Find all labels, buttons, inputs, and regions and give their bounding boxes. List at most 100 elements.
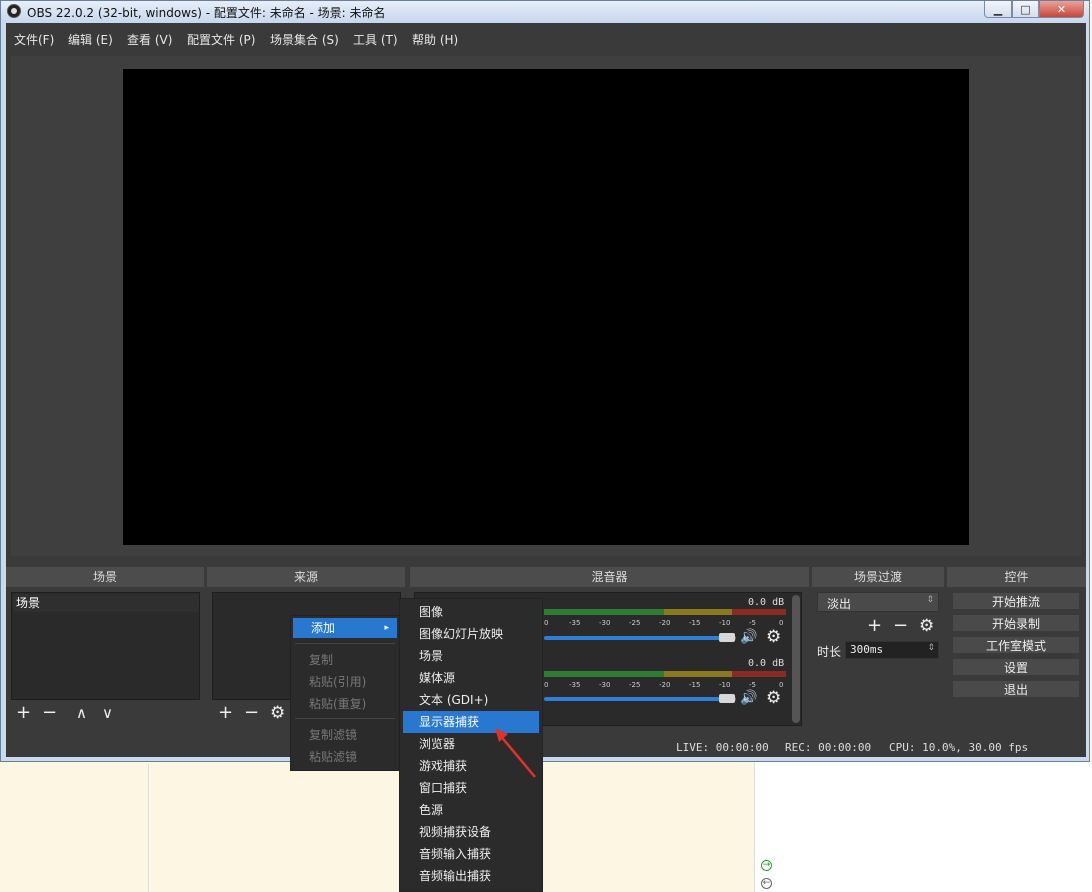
track-1-meter-yellow <box>664 609 732 615</box>
track-1-volume-handle[interactable] <box>719 633 735 642</box>
exit-button[interactable]: 退出 <box>952 680 1080 698</box>
menu-scene-collection[interactable]: 场景集合 (S) <box>270 31 339 48</box>
background-divider <box>148 764 149 892</box>
track-2-tick: -30 <box>599 681 611 689</box>
menu-separator <box>295 643 395 644</box>
track-2-tick: -35 <box>569 681 581 689</box>
track-1-settings-icon[interactable]: ⚙ <box>766 628 781 646</box>
move-up-icon[interactable]: ∧ <box>76 704 87 722</box>
menu-help[interactable]: 帮助 (H) <box>412 31 458 48</box>
track-2-volume-slider[interactable] <box>544 697 736 701</box>
menu-tools[interactable]: 工具 (T) <box>353 31 398 48</box>
menu-separator <box>295 718 395 719</box>
track-1-volume-slider[interactable] <box>544 636 736 640</box>
track-2-settings-icon[interactable]: ⚙ <box>766 689 781 707</box>
add-scene-icon[interactable]: + <box>16 704 31 722</box>
settings-button[interactable]: 设置 <box>952 658 1080 676</box>
submenu-media-source[interactable]: 媒体源 <box>400 667 542 689</box>
maximize-button[interactable]: □ <box>1012 1 1039 18</box>
mixer-scrollbar[interactable] <box>792 595 800 723</box>
menu-view[interactable]: 查看 (V) <box>127 31 172 48</box>
track-2-meter-red <box>732 671 786 677</box>
controls-dock-title: 控件 <box>947 567 1086 587</box>
speaker-icon[interactable]: 🔊 <box>740 689 757 707</box>
source-settings-icon[interactable]: ⚙ <box>270 704 285 722</box>
annotation-arrow-icon <box>495 728 536 778</box>
mixer-dock-title: 混音器 <box>410 567 809 587</box>
background-pane: → ← <box>754 762 1092 892</box>
forward-circle-icon[interactable]: → <box>761 860 772 871</box>
menu-profile[interactable]: 配置文件 (P) <box>187 31 255 48</box>
track-1-tick: 0 <box>544 619 549 627</box>
track-2-meter-green <box>544 671 664 677</box>
menu-file[interactable]: 文件(F) <box>14 31 54 48</box>
track-1-tick: -20 <box>659 619 671 627</box>
scenes-dock-title: 场景 <box>6 567 204 587</box>
remove-source-icon[interactable]: − <box>244 704 259 722</box>
remove-transition-icon[interactable]: − <box>893 617 908 635</box>
track-1-tick: -30 <box>599 619 611 627</box>
track-1-meter-red <box>732 609 786 615</box>
close-button[interactable]: ✕ <box>1039 1 1084 18</box>
menu-edit[interactable]: 编辑 (E) <box>68 31 113 48</box>
track-2-volume-handle[interactable] <box>719 694 735 703</box>
context-menu-paste-ref: 粘贴(引用) <box>309 675 367 689</box>
back-circle-icon[interactable]: ← <box>761 878 772 889</box>
context-menu-copy-filters: 复制滤镜 <box>309 728 358 742</box>
track-2-tick: -10 <box>719 681 731 689</box>
minimize-button[interactable]: ▁ <box>984 1 1012 18</box>
transition-settings-icon[interactable]: ⚙ <box>919 617 934 635</box>
window-title: OBS 22.0.2 (32-bit, windows) - 配置文件: 未命名… <box>27 6 386 20</box>
add-source-icon[interactable]: + <box>218 704 233 722</box>
transitions-dock-title: 场景过渡 <box>812 567 944 587</box>
start-streaming-button[interactable]: 开始推流 <box>952 592 1080 610</box>
submenu-audio-input-capture[interactable]: 音频输入捕获 <box>400 843 542 865</box>
preview-canvas[interactable] <box>123 69 969 545</box>
submenu-video-capture-device[interactable]: 视频捕获设备 <box>400 821 542 843</box>
cpu-status: CPU: 10.0%, 30.00 fps <box>889 741 1029 754</box>
move-down-icon[interactable]: ∨ <box>102 704 113 722</box>
context-menu-paste-filters: 粘贴滤镜 <box>309 750 358 764</box>
track-2-db: 0.0 dB <box>748 658 785 669</box>
context-menu-paste-dup: 粘贴(重复) <box>309 697 367 711</box>
context-menu-add[interactable]: 添加 ▸ <box>293 618 397 638</box>
preview-area <box>11 56 1081 556</box>
duration-spinbox[interactable]: 300ms ⇕ <box>845 641 939 659</box>
spinbox-arrows-icon[interactable]: ⇕ <box>927 643 935 653</box>
submenu-arrow-icon: ▸ <box>384 623 389 633</box>
add-transition-icon[interactable]: + <box>867 617 882 635</box>
transition-select[interactable]: 淡出 ⇕ <box>817 592 939 612</box>
studio-mode-button[interactable]: 工作室模式 <box>952 636 1080 654</box>
menu-bar: 文件(F) 编辑 (E) 查看 (V) 配置文件 (P) 场景集合 (S) 工具… <box>6 23 1086 53</box>
track-2-tick: -5 <box>749 681 756 689</box>
track-1-tick: -35 <box>569 619 581 627</box>
track-1-tick: 0 <box>779 619 784 627</box>
submenu-image-slideshow[interactable]: 图像幻灯片放映 <box>400 623 542 645</box>
track-1-db: 0.0 dB <box>748 597 785 608</box>
track-1-tick: -15 <box>689 619 701 627</box>
track-1-tick: -25 <box>629 619 641 627</box>
start-recording-button[interactable]: 开始录制 <box>952 614 1080 632</box>
obs-window: OBS 22.0.2 (32-bit, windows) - 配置文件: 未命名… <box>0 0 1090 762</box>
scenes-list[interactable]: 场景 <box>11 592 200 700</box>
track-1-tick: -10 <box>719 619 731 627</box>
submenu-scene[interactable]: 场景 <box>400 645 542 667</box>
obs-logo-icon <box>7 4 21 18</box>
track-1-meter-green <box>544 609 664 615</box>
speaker-icon[interactable]: 🔊 <box>740 628 757 646</box>
scene-list-item[interactable]: 场景 <box>13 594 199 612</box>
remove-scene-icon[interactable]: − <box>42 704 57 722</box>
duration-value: 300ms <box>850 643 884 656</box>
context-menu-copy: 复制 <box>309 653 334 667</box>
context-menu-add-label: 添加 <box>311 621 336 635</box>
track-2-tick: 0 <box>544 681 549 689</box>
track-1-tick: -5 <box>749 619 756 627</box>
track-2-tick: -15 <box>689 681 701 689</box>
submenu-text-gdi[interactable]: 文本 (GDI+) <box>400 689 542 711</box>
live-status: LIVE: 00:00:00 <box>676 741 769 754</box>
submenu-audio-output-capture[interactable]: 音频输出捕获 <box>400 865 542 887</box>
submenu-image[interactable]: 图像 <box>400 601 542 623</box>
title-bar[interactable]: OBS 22.0.2 (32-bit, windows) - 配置文件: 未命名… <box>1 1 1089 23</box>
submenu-color-source[interactable]: 色源 <box>400 799 542 821</box>
rec-status: REC: 00:00:00 <box>785 741 872 754</box>
